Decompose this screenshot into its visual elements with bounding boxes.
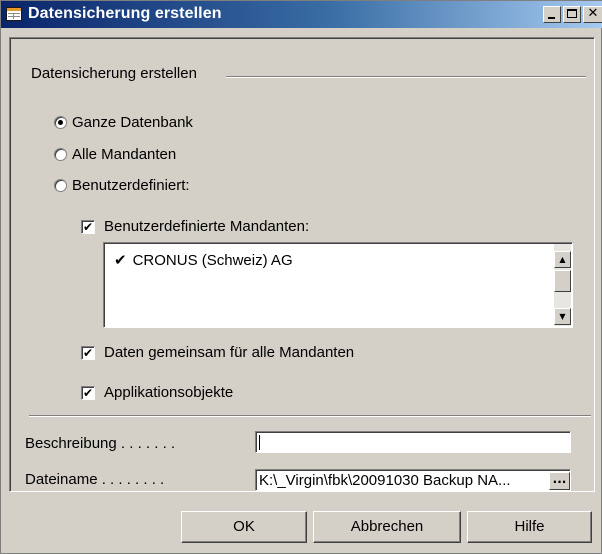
minimize-icon [548,17,555,19]
description-field[interactable] [255,431,571,453]
radio-custom-control[interactable] [54,179,67,192]
scroll-thumb[interactable] [554,270,571,292]
close-button[interactable]: ✕ [583,6,602,23]
client-listbox[interactable]: ✔ CRONUS (Schweiz) AG ▲ ▼ [103,242,573,328]
arrow-up-icon: ▲ [559,255,566,264]
shared-data-checkbox[interactable]: ✔ [81,346,95,360]
cancel-button[interactable]: Abbrechen [313,511,461,543]
title-bar[interactable]: Datensicherung erstellen ✕ [1,1,602,28]
radio-whole-database-label[interactable]: Ganze Datenbank [72,114,193,131]
description-label: Beschreibung . . . . . . . [25,435,176,452]
scroll-up-button[interactable]: ▲ [554,251,571,268]
arrow-down-icon: ▼ [559,312,566,321]
filename-field[interactable]: K:\_Virgin\fbk\20091030 Backup NA... [255,469,571,491]
filename-label: Dateiname . . . . . . . . [25,471,165,488]
help-button[interactable]: Hilfe [467,511,592,543]
filename-value: K:\_Virgin\fbk\20091030 Backup NA... [259,472,511,489]
app-objects-label[interactable]: Applikationsobjekte [104,384,233,401]
radio-custom-label[interactable]: Benutzerdefiniert: [72,177,190,194]
section-divider [29,415,591,417]
app-objects-checkbox[interactable]: ✔ [81,386,95,400]
listbox-scrollbar[interactable]: ▲ ▼ [554,244,571,326]
group-divider [226,76,586,78]
close-icon: ✕ [587,6,599,21]
scroll-down-button[interactable]: ▼ [554,308,571,325]
maximize-icon [567,9,577,18]
custom-clients-checkbox[interactable]: ✔ [81,220,95,234]
radio-all-clients-label[interactable]: Alle Mandanten [72,146,176,163]
maximize-button[interactable] [563,6,581,23]
browse-button[interactable]: ... [549,472,570,490]
shared-data-label[interactable]: Daten gemeinsam für alle Mandanten [104,344,354,361]
check-icon: ✔ [114,251,127,269]
radio-whole-database-control[interactable] [54,116,67,129]
custom-clients-label[interactable]: Benutzerdefinierte Mandanten: [104,218,309,235]
list-item[interactable]: ✔ CRONUS (Schweiz) AG [114,251,293,269]
radio-all-clients-control[interactable] [54,148,67,161]
list-item-label: CRONUS (Schweiz) AG [132,252,293,269]
backup-dialog: Datensicherung erstellen ✕ Datensicherun… [0,0,602,554]
group-title: Datensicherung erstellen [31,65,203,82]
text-caret [259,435,260,450]
window-title: Datensicherung erstellen [28,5,222,22]
table-icon [6,7,22,21]
ok-button[interactable]: OK [181,511,307,543]
minimize-button[interactable] [543,6,561,23]
